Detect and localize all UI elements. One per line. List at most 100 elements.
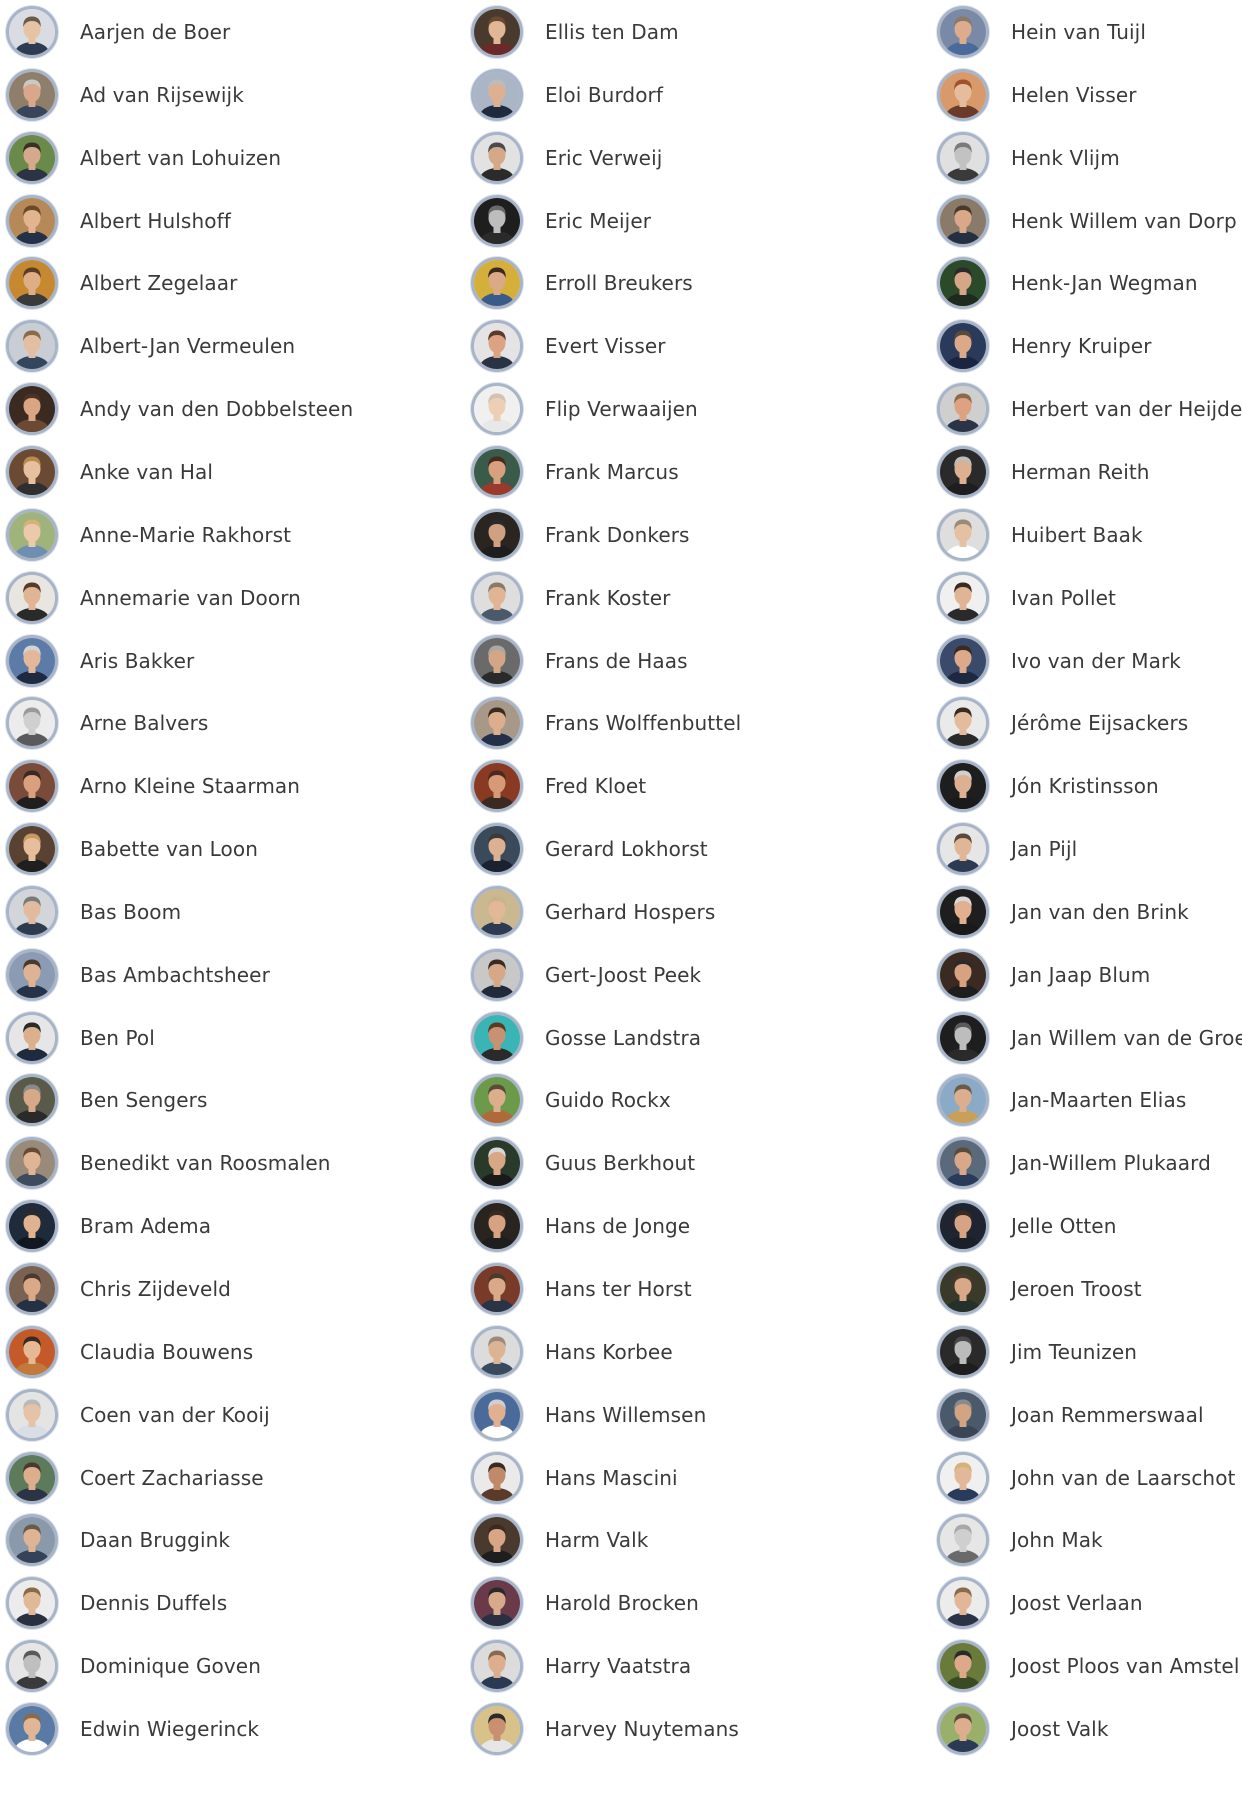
person-link[interactable]: Jelle Otten (937, 1197, 1242, 1255)
person-link[interactable]: Bram Adema (6, 1197, 466, 1255)
person-link[interactable]: Frans Wolffenbuttel (471, 694, 931, 752)
person-link[interactable]: Jan-Maarten Elias (937, 1071, 1242, 1129)
person-link[interactable]: Albert Hulshoff (6, 192, 466, 250)
person-link[interactable]: Hans Willemsen (471, 1386, 931, 1444)
person-link[interactable]: Andy van den Dobbelsteen (6, 380, 466, 438)
person-link[interactable]: Fred Kloet (471, 757, 931, 815)
person-link[interactable]: Henk-Jan Wegman (937, 254, 1242, 312)
person-link[interactable]: Herman Reith (937, 443, 1242, 501)
person-link[interactable]: Jan Jaap Blum (937, 946, 1242, 1004)
person-link[interactable]: Aris Bakker (6, 632, 466, 690)
person-link[interactable]: Gerard Lokhorst (471, 820, 931, 878)
person-link[interactable]: Gert-Joost Peek (471, 946, 931, 1004)
person-link[interactable]: Albert Zegelaar (6, 254, 466, 312)
person-link[interactable]: Jan van den Brink (937, 883, 1242, 941)
avatar (6, 508, 58, 561)
person-name: Ivo van der Mark (1011, 648, 1181, 673)
person-link[interactable]: Eloi Burdorf (471, 66, 931, 124)
person-link[interactable]: Jim Teunizen (937, 1323, 1242, 1381)
person-link[interactable]: Helen Visser (937, 66, 1242, 124)
person-link[interactable]: Chris Zijdeveld (6, 1260, 466, 1318)
person-link[interactable]: Jón Kristinsson (937, 757, 1242, 815)
person-link[interactable]: Erroll Breukers (471, 254, 931, 312)
person-link[interactable]: Hans ter Horst (471, 1260, 931, 1318)
person-link[interactable]: Daan Bruggink (6, 1511, 466, 1569)
person-link[interactable]: Harm Valk (471, 1511, 931, 1569)
person-link[interactable]: Frans de Haas (471, 632, 931, 690)
person-link[interactable]: Annemarie van Doorn (6, 569, 466, 627)
person-link[interactable]: Jérôme Eijsackers (937, 694, 1242, 752)
person-link[interactable]: Anne-Marie Rakhorst (6, 506, 466, 564)
person-link[interactable]: Hans Mascini (471, 1449, 931, 1507)
portrait-photo-icon (9, 134, 55, 181)
person-name: Bram Adema (80, 1214, 212, 1239)
person-link[interactable]: John van de Laarschot (937, 1449, 1242, 1507)
person-link[interactable]: Gerhard Hospers (471, 883, 931, 941)
person-link[interactable]: Claudia Bouwens (6, 1323, 466, 1381)
person-link[interactable]: Arne Balvers (6, 694, 466, 752)
person-link[interactable]: Henk Vlijm (937, 129, 1242, 187)
portrait-photo-icon (940, 71, 986, 118)
person-link[interactable]: Huibert Baak (937, 506, 1242, 564)
person-link[interactable]: Flip Verwaaijen (471, 380, 931, 438)
person-link[interactable]: Dominique Goven (6, 1637, 466, 1695)
person-link[interactable]: Henry Kruiper (937, 317, 1242, 375)
portrait-photo-icon (9, 1077, 55, 1124)
person-link[interactable]: Benedikt van Roosmalen (6, 1134, 466, 1192)
person-link[interactable]: Eric Verweij (471, 129, 931, 187)
avatar (6, 68, 58, 121)
person-link[interactable]: Edwin Wiegerinck (6, 1700, 466, 1758)
person-link[interactable]: Coen van der Kooij (6, 1386, 466, 1444)
person-name: Guus Berkhout (545, 1151, 696, 1176)
person-link[interactable]: Guus Berkhout (471, 1134, 931, 1192)
person-link[interactable]: Evert Visser (471, 317, 931, 375)
person-link[interactable]: Jan Pijl (937, 820, 1242, 878)
person-link[interactable]: Hans de Jonge (471, 1197, 931, 1255)
person-link[interactable]: Ad van Rijsewijk (6, 66, 466, 124)
person-link[interactable]: Ben Sengers (6, 1071, 466, 1129)
person-link[interactable]: Ivan Pollet (937, 569, 1242, 627)
person-link[interactable]: Guido Rockx (471, 1071, 931, 1129)
person-link[interactable]: Harvey Nuytemans (471, 1700, 931, 1758)
person-name: Harry Vaatstra (545, 1654, 692, 1679)
person-link[interactable]: Ben Pol (6, 1009, 466, 1067)
person-link[interactable]: Bas Boom (6, 883, 466, 941)
person-link[interactable]: Hein van Tuijl (937, 3, 1242, 61)
person-link[interactable]: Gosse Landstra (471, 1009, 931, 1067)
portrait-photo-icon (474, 1140, 520, 1187)
person-link[interactable]: Bas Ambachtsheer (6, 946, 466, 1004)
person-link[interactable]: Arno Kleine Staarman (6, 757, 466, 815)
person-link[interactable]: Dennis Duffels (6, 1574, 466, 1632)
person-link[interactable]: Hans Korbee (471, 1323, 931, 1381)
person-link[interactable]: Albert van Lohuizen (6, 129, 466, 187)
person-link[interactable]: Jan Willem van de Groep (937, 1009, 1242, 1067)
person-link[interactable]: Frank Koster (471, 569, 931, 627)
person-link[interactable]: Ellis ten Dam (471, 3, 931, 61)
avatar (937, 1137, 989, 1190)
person-link[interactable]: Harold Brocken (471, 1574, 931, 1632)
person-link[interactable]: Frank Marcus (471, 443, 931, 501)
person-link[interactable]: Harry Vaatstra (471, 1637, 931, 1695)
person-link[interactable]: Jan-Willem Plukaard (937, 1134, 1242, 1192)
person-link[interactable]: Joost Ploos van Amstel (937, 1637, 1242, 1695)
person-link[interactable]: Joost Valk (937, 1700, 1242, 1758)
person-name: Albert van Lohuizen (80, 145, 282, 170)
person-link[interactable]: Aarjen de Boer (6, 3, 466, 61)
person-link[interactable]: Henk Willem van Dorp (937, 192, 1242, 250)
person-link[interactable]: Babette van Loon (6, 820, 466, 878)
person-link[interactable]: Ivo van der Mark (937, 632, 1242, 690)
portrait-photo-icon (474, 1266, 520, 1312)
person-link[interactable]: Joan Remmerswaal (937, 1386, 1242, 1444)
person-link[interactable]: Jeroen Troost (937, 1260, 1242, 1318)
person-link[interactable]: Joost Verlaan (937, 1574, 1242, 1632)
portrait-photo-icon (474, 1203, 520, 1250)
person-link[interactable]: Frank Donkers (471, 506, 931, 564)
person-link[interactable]: Coert Zachariasse (6, 1449, 466, 1507)
person-link[interactable]: Albert-Jan Vermeulen (6, 317, 466, 375)
person-name: Flip Verwaaijen (545, 397, 698, 422)
person-link[interactable]: Herbert van der Heijden (937, 380, 1242, 438)
person-link[interactable]: John Mak (937, 1511, 1242, 1569)
person-name: Claudia Bouwens (80, 1339, 254, 1364)
person-link[interactable]: Anke van Hal (6, 443, 466, 501)
person-link[interactable]: Eric Meijer (471, 192, 931, 250)
